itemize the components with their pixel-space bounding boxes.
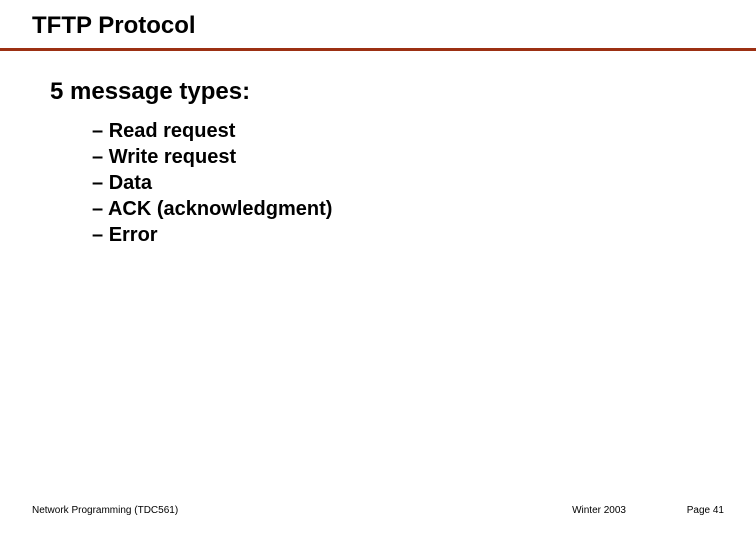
list-item: – Write request: [92, 144, 332, 170]
slide-title: TFTP Protocol: [32, 12, 196, 40]
title-divider: [0, 48, 756, 51]
message-type-list: – Read request – Write request – Data – …: [92, 118, 332, 248]
footer-term: Winter 2003: [572, 505, 626, 516]
dash-icon: –: [92, 198, 108, 220]
slide: TFTP Protocol 5 message types: – Read re…: [0, 0, 756, 540]
footer-course: Network Programming (TDC561): [32, 505, 178, 516]
dash-icon: –: [92, 146, 109, 168]
list-item-label: Write request: [109, 146, 236, 168]
dash-icon: –: [92, 224, 109, 246]
list-item: – Error: [92, 222, 332, 248]
content-heading: 5 message types:: [50, 78, 332, 106]
list-item: – Data: [92, 170, 332, 196]
content-area: 5 message types: – Read request – Write …: [50, 78, 332, 248]
list-item-label: Error: [109, 224, 158, 246]
list-item: – Read request: [92, 118, 332, 144]
list-item: – ACK (acknowledgment): [92, 196, 332, 222]
list-item-label: Read request: [109, 120, 236, 142]
footer-page: Page 41: [687, 505, 724, 516]
list-item-label: ACK (acknowledgment): [108, 198, 332, 220]
dash-icon: –: [92, 172, 109, 194]
dash-icon: –: [92, 120, 109, 142]
list-item-label: Data: [109, 172, 152, 194]
